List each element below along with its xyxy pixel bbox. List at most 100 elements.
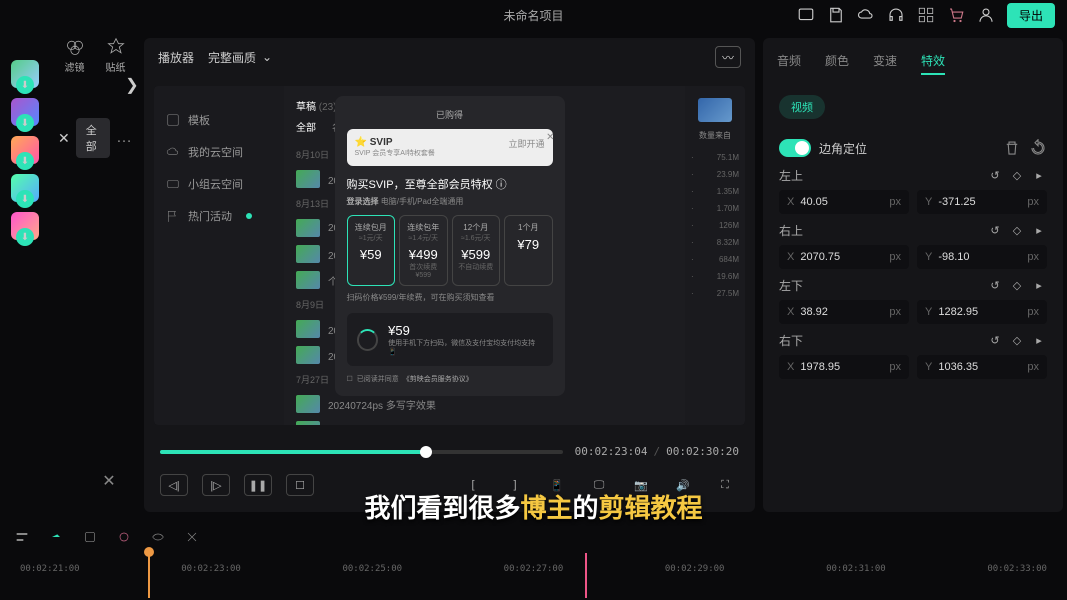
headphones-icon[interactable]: [887, 6, 905, 24]
sidebar-tab-sticker[interactable]: 贴纸: [106, 37, 126, 74]
tick: 00:02:23:00: [181, 564, 241, 574]
trash-icon[interactable]: [1003, 139, 1021, 157]
next-kf-icon[interactable]: ▸: [1031, 168, 1047, 184]
modal-top-label: 已购得: [347, 108, 553, 121]
export-button[interactable]: 导出: [1007, 3, 1055, 28]
tick: 00:02:27:00: [504, 564, 564, 574]
y-field[interactable]: Y-371.25px: [917, 190, 1047, 214]
nav-team-cloud[interactable]: 小组云空间: [162, 168, 276, 200]
grid-icon[interactable]: [917, 6, 935, 24]
modal-hint: 登录选择 电脑/手机/Pad全端通用: [347, 196, 553, 207]
chevron-right-icon[interactable]: ❯: [122, 75, 142, 95]
left-sidebar: ⬇ ⬇ ⬇ ⬇ ⬇: [0, 30, 50, 520]
download-badge[interactable]: ⬇: [16, 114, 34, 132]
time-display: 00:02:23:04/00:02:30:20: [575, 445, 739, 458]
download-badge[interactable]: ⬇: [16, 190, 34, 208]
corner-label: 右上: [779, 222, 803, 239]
close-icon[interactable]: ✕: [58, 130, 70, 147]
tl-tool-6[interactable]: [180, 526, 204, 548]
sidebar-tab-filter[interactable]: 滤镜: [65, 37, 85, 74]
reset-icon[interactable]: ↺: [987, 333, 1003, 349]
playhead[interactable]: [148, 553, 150, 598]
tick: 00:02:33:00: [987, 564, 1047, 574]
pause-button[interactable]: ❚❚: [244, 474, 272, 496]
y-field[interactable]: Y1036.35px: [917, 355, 1047, 379]
nav-my-cloud[interactable]: 我的云空间: [162, 136, 276, 168]
reset-icon[interactable]: [1029, 139, 1047, 157]
plan-1mo[interactable]: 1个月¥79: [504, 215, 553, 286]
video-preview: 模板 我的云空间 小组云空间 热门活动 草稿 (23) 全部 名称 8月10日 …: [154, 86, 745, 425]
y-field[interactable]: Y1282.95px: [917, 300, 1047, 324]
size-row: ·684M: [689, 251, 741, 268]
tab-drafts[interactable]: 草稿 (23): [296, 98, 337, 113]
keyframe-icon[interactable]: ◇: [1009, 168, 1025, 184]
cart-icon[interactable]: [947, 6, 965, 24]
corner-pin-toggle[interactable]: [779, 139, 811, 157]
progress-bar[interactable]: [160, 450, 563, 454]
effect-thumb[interactable]: ⬇: [11, 174, 39, 202]
tl-tool-5[interactable]: [146, 526, 170, 548]
tl-tool-1[interactable]: [10, 526, 34, 548]
y-field[interactable]: Y-98.10px: [917, 245, 1047, 269]
close-panel-icon[interactable]: ✕: [95, 470, 123, 492]
modal-close-icon[interactable]: ✕: [546, 132, 554, 143]
next-kf-icon[interactable]: ▸: [1031, 333, 1047, 349]
tab-color[interactable]: 颜色: [825, 48, 849, 75]
modal-agreement[interactable]: ☐已阅读并同意《剪映会员服务协议》: [347, 374, 553, 384]
plan-monthly[interactable]: 连续包月≈1元/天¥59: [347, 215, 396, 286]
keyframe-icon[interactable]: ◇: [1009, 333, 1025, 349]
tl-tool-2[interactable]: [44, 526, 68, 548]
nav-hot[interactable]: 热门活动: [162, 200, 276, 232]
effect-thumb[interactable]: ⬇: [11, 60, 39, 88]
next-kf-icon[interactable]: ▸: [1031, 223, 1047, 239]
more-icon[interactable]: …: [116, 129, 132, 147]
x-field[interactable]: X40.05px: [779, 190, 909, 214]
quality-dropdown[interactable]: 完整画质 ⌄: [208, 49, 272, 66]
effect-thumb[interactable]: ⬇: [11, 136, 39, 164]
keyframe-icon[interactable]: ◇: [1009, 278, 1025, 294]
tab-all[interactable]: 全部: [296, 119, 316, 134]
x-field[interactable]: X1978.95px: [779, 355, 909, 379]
keyframe-icon[interactable]: ◇: [1009, 223, 1025, 239]
thumbnail[interactable]: [698, 98, 732, 122]
x-field[interactable]: X2070.75px: [779, 245, 909, 269]
save-icon[interactable]: [827, 6, 845, 24]
tick: 00:02:21:00: [20, 564, 80, 574]
subtitle: 我们看到很多博主的剪辑教程: [364, 488, 702, 525]
tab-effects[interactable]: 特效: [921, 48, 945, 75]
effect-thumb[interactable]: ⬇: [11, 98, 39, 126]
user-icon[interactable]: [977, 6, 995, 24]
cloud-icon[interactable]: [857, 6, 875, 24]
nav-templates[interactable]: 模板: [162, 104, 276, 136]
next-kf-icon[interactable]: ▸: [1031, 278, 1047, 294]
waveform-icon[interactable]: 〰: [715, 46, 741, 68]
effect-thumb[interactable]: ⬇: [11, 212, 39, 240]
fullscreen-icon[interactable]: ⛶: [711, 474, 739, 496]
file-row[interactable]: 20240710d证件照: [296, 418, 673, 425]
tl-tool-3[interactable]: [78, 526, 102, 548]
reset-icon[interactable]: ↺: [987, 278, 1003, 294]
device-icon[interactable]: [797, 6, 815, 24]
stop-button[interactable]: ☐: [286, 474, 314, 496]
tab-speed[interactable]: 变速: [873, 48, 897, 75]
video-chip[interactable]: 视频: [779, 95, 825, 119]
plan-yearly[interactable]: 连续包年≈1.4元/天¥499首次续费¥599: [399, 215, 448, 286]
progress-handle[interactable]: [420, 446, 432, 458]
timeline: 00:02:21:00 00:02:23:00 00:02:25:00 00:0…: [0, 520, 1067, 600]
spinner-icon: [357, 329, 379, 351]
all-chip[interactable]: 全部: [76, 118, 110, 158]
end-marker[interactable]: [585, 553, 587, 598]
prev-frame-button[interactable]: ◁|: [160, 474, 188, 496]
download-badge[interactable]: ⬇: [16, 152, 34, 170]
x-field[interactable]: X38.92px: [779, 300, 909, 324]
corner-label: 左上: [779, 167, 803, 184]
next-frame-button[interactable]: |▷: [202, 474, 230, 496]
tab-audio[interactable]: 音频: [777, 48, 801, 75]
download-badge[interactable]: ⬇: [16, 76, 34, 94]
tl-tool-4[interactable]: [112, 526, 136, 548]
plan-12mo[interactable]: 12个月≈1.6元/天¥599不自动续费: [452, 215, 501, 286]
modal-banner[interactable]: ⭐ SVIP立即开通 SVIP 会员专享AI特权套餐: [347, 129, 553, 166]
download-badge[interactable]: ⬇: [16, 228, 34, 246]
reset-icon[interactable]: ↺: [987, 223, 1003, 239]
reset-icon[interactable]: ↺: [987, 168, 1003, 184]
